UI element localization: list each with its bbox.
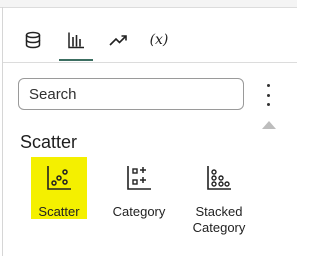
section-title: Scatter bbox=[20, 132, 78, 152]
function-icon: (x) bbox=[149, 32, 169, 48]
scroll-up-arrow-icon[interactable] bbox=[262, 121, 276, 129]
tile-label: Stacked Category bbox=[192, 204, 246, 235]
tile-scatter[interactable]: Scatter bbox=[25, 157, 93, 243]
database-icon bbox=[25, 31, 41, 49]
trend-icon bbox=[109, 35, 127, 46]
tile-category[interactable]: Category bbox=[105, 163, 173, 243]
tile-label: Category bbox=[112, 204, 166, 219]
tab-analytics[interactable] bbox=[102, 20, 136, 60]
search-placeholder: Search bbox=[29, 85, 77, 103]
panel-tab-bar: (x) bbox=[10, 20, 190, 62]
scatter-chart-icon bbox=[44, 163, 74, 193]
stacked-category-scatter-icon bbox=[204, 163, 234, 193]
more-options-icon[interactable] bbox=[262, 84, 274, 106]
tile-stacked-category[interactable]: Stacked Category bbox=[185, 163, 253, 243]
tab-visualizations[interactable] bbox=[59, 20, 93, 61]
search-input[interactable]: Search bbox=[18, 78, 244, 110]
tab-data[interactable] bbox=[16, 20, 50, 60]
tab-calculations[interactable]: (x) bbox=[142, 20, 176, 60]
tab-bar-divider bbox=[3, 62, 297, 63]
bar-chart-icon bbox=[68, 32, 84, 49]
category-scatter-icon bbox=[124, 163, 154, 193]
panel-left-border bbox=[2, 7, 3, 256]
window-top-edge bbox=[0, 0, 297, 8]
tile-label: Scatter bbox=[38, 204, 80, 219]
